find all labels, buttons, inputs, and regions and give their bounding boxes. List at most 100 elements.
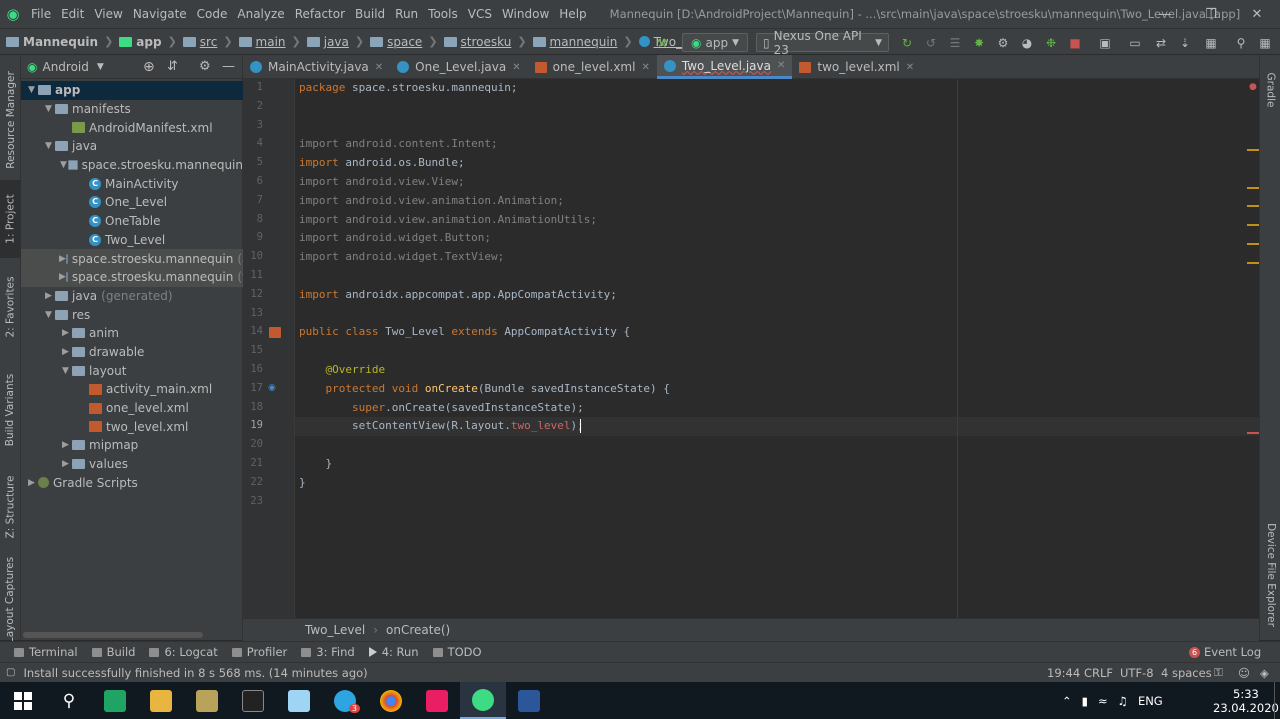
tree-item[interactable]: ▼ java — [21, 137, 243, 156]
menu-view[interactable]: View — [89, 7, 127, 21]
code-line[interactable]: protected void onCreate(Bundle savedInst… — [299, 382, 669, 395]
apply-changes-icon[interactable]: ↻ — [898, 33, 916, 52]
menu-edit[interactable]: Edit — [56, 7, 89, 21]
tree-item[interactable]: ▶ Gradle Scripts — [21, 473, 243, 492]
tool-windows-toggle-icon[interactable]: ▢ — [6, 667, 15, 678]
tree-item[interactable]: ▼ space.stroesku.mannequin — [21, 156, 243, 175]
project-view-select[interactable]: Android — [42, 60, 88, 74]
expanded-arrow-icon[interactable]: ▼ — [42, 310, 55, 320]
run-config-select[interactable]: ◉ app ▼ — [682, 33, 748, 52]
taskbar-app[interactable] — [276, 682, 322, 719]
layout-marker-icon[interactable] — [269, 327, 281, 338]
search-button[interactable]: ⚲ — [46, 682, 92, 719]
tree-item[interactable]: ▼ layout — [21, 361, 243, 380]
tool-window-build[interactable]: Build — [91, 645, 135, 659]
warning-marker[interactable] — [1247, 205, 1259, 207]
tree-item[interactable]: ▼ app — [21, 81, 243, 100]
collapsed-arrow-icon[interactable]: ▶ — [59, 459, 72, 469]
tool-window-profiler[interactable]: Profiler — [231, 645, 287, 659]
clock[interactable]: 5:33 23.04.2020 — [1213, 682, 1279, 719]
code-line[interactable]: package space.stroesku.mannequin; — [299, 81, 518, 94]
close-tab-icon[interactable]: ✕ — [906, 62, 914, 73]
hide-panel-icon[interactable]: — — [222, 59, 235, 74]
collapsed-arrow-icon[interactable]: ▶ — [42, 291, 55, 301]
menu-file[interactable]: File — [26, 7, 56, 21]
tree-item[interactable]: C OneTable — [21, 212, 243, 231]
code-line[interactable]: import android.view.animation.AnimationU… — [299, 213, 597, 226]
resource-manager-tab[interactable]: Resource Manager — [0, 65, 21, 175]
tree-item[interactable]: ▶ drawable — [21, 343, 243, 362]
line-separator[interactable]: CRLF — [1084, 666, 1113, 680]
editor-tab[interactable]: MainActivity.java ✕ — [243, 55, 390, 79]
tree-item[interactable]: ▶space.stroesku.mannequin(tes — [21, 267, 243, 287]
code-line[interactable]: setContentView(R.layout.two_level); — [299, 419, 584, 432]
breadcrumb-method[interactable]: onCreate() — [386, 623, 450, 637]
tree-item[interactable]: C Two_Level — [21, 231, 243, 250]
taskbar-app[interactable] — [92, 682, 138, 719]
tree-item[interactable]: two_level.xml — [21, 417, 243, 436]
avd-manager-icon[interactable]: ▭ — [1126, 33, 1144, 52]
maximize-button[interactable]: ❐ — [1188, 0, 1234, 28]
tree-item[interactable]: ▶ java (generated) — [21, 287, 243, 306]
expanded-arrow-icon[interactable]: ▼ — [42, 104, 55, 114]
code-line[interactable]: import android.view.View; — [299, 175, 465, 188]
menu-help[interactable]: Help — [554, 7, 591, 21]
volume-icon[interactable]: ♫ — [1118, 694, 1128, 708]
wifi-icon[interactable]: ≈ — [1098, 694, 1108, 708]
tree-item[interactable]: ▼ res — [21, 305, 243, 324]
editor-tab[interactable]: Two_Level.java ✕ — [656, 55, 793, 79]
code-line[interactable]: public class Two_Level extends AppCompat… — [299, 325, 630, 338]
collapsed-arrow-icon[interactable]: ▶ — [59, 254, 66, 264]
code-line[interactable]: import androidx.appcompat.app.AppCompatA… — [299, 288, 617, 301]
close-tab-icon[interactable]: ✕ — [777, 60, 785, 71]
collapsed-arrow-icon[interactable]: ▶ — [59, 272, 66, 282]
chevron-down-icon[interactable]: ▼ — [97, 62, 104, 72]
tree-item[interactable]: ▶space.stroesku.mannequin(an — [21, 249, 243, 268]
tree-item[interactable]: activity_main.xml — [21, 380, 243, 399]
taskbar-app[interactable] — [368, 682, 414, 719]
code-line[interactable]: import android.widget.Button; — [299, 231, 491, 244]
breadcrumb-item[interactable]: src ❯ — [177, 35, 233, 49]
minimize-button[interactable]: — — [1142, 0, 1188, 28]
stop-icon[interactable]: ■ — [1066, 33, 1084, 52]
file-encoding[interactable]: UTF-8 — [1120, 666, 1154, 680]
editor-tab[interactable]: One_Level.java ✕ — [390, 55, 527, 79]
expanded-arrow-icon[interactable]: ▼ — [42, 141, 55, 151]
breadcrumb-item[interactable]: main ❯ — [233, 35, 301, 49]
sdk-manager-icon[interactable]: ⇣ — [1176, 33, 1194, 52]
taskbar-app[interactable] — [138, 682, 184, 719]
menu-vcs[interactable]: VCS — [463, 7, 497, 21]
collapsed-arrow-icon[interactable]: ▶ — [59, 328, 72, 338]
indent-setting[interactable]: 4 spaces — [1161, 666, 1212, 680]
error-stripe[interactable]: ● — [1247, 79, 1259, 618]
close-tab-icon[interactable]: ✕ — [375, 62, 383, 73]
warning-marker[interactable] — [1247, 243, 1259, 245]
search-icon[interactable]: ⚲ — [1232, 33, 1250, 52]
menu-window[interactable]: Window — [497, 7, 554, 21]
gear-icon[interactable]: ⚙ — [199, 59, 211, 74]
close-window-button[interactable]: ✕ — [1234, 0, 1280, 28]
status-message[interactable]: Install successfully finished in 8 s 568… — [23, 666, 367, 680]
layout-captures-tab[interactable]: Layout Captures — [0, 557, 21, 643]
breadcrumb-item[interactable]: mannequin ❯ — [527, 35, 633, 49]
tool-window-run[interactable]: 4: Run — [368, 645, 419, 659]
tree-item[interactable]: one_level.xml — [21, 399, 243, 418]
layout-inspector-icon[interactable]: ▦ — [1202, 33, 1220, 52]
breadcrumb-item[interactable]: app ❯ — [113, 35, 177, 49]
tree-item[interactable]: ▼ manifests — [21, 100, 243, 119]
breadcrumb-class[interactable]: Two_Level — [305, 623, 365, 637]
menu-navigate[interactable]: Navigate — [128, 7, 192, 21]
breadcrumb-item[interactable]: space ❯ — [364, 35, 438, 49]
collapse-all-icon[interactable]: ⇵ — [167, 59, 178, 74]
caret-position[interactable]: 19:44 — [1047, 666, 1080, 680]
menu-run[interactable]: Run — [390, 7, 423, 21]
show-desktop-button[interactable] — [1274, 682, 1275, 719]
device-file-explorer-tab[interactable]: Device File Explorer — [1260, 515, 1280, 635]
tree-item[interactable]: C One_Level — [21, 193, 243, 212]
tree-item[interactable]: ▶ anim — [21, 324, 243, 343]
inspector-icon[interactable]: ☺ — [1238, 666, 1250, 680]
expanded-arrow-icon[interactable]: ▼ — [59, 366, 72, 376]
close-tab-icon[interactable]: ✕ — [641, 62, 649, 73]
gradle-tab[interactable]: Gradle — [1260, 60, 1280, 120]
warning-marker[interactable] — [1247, 224, 1259, 226]
